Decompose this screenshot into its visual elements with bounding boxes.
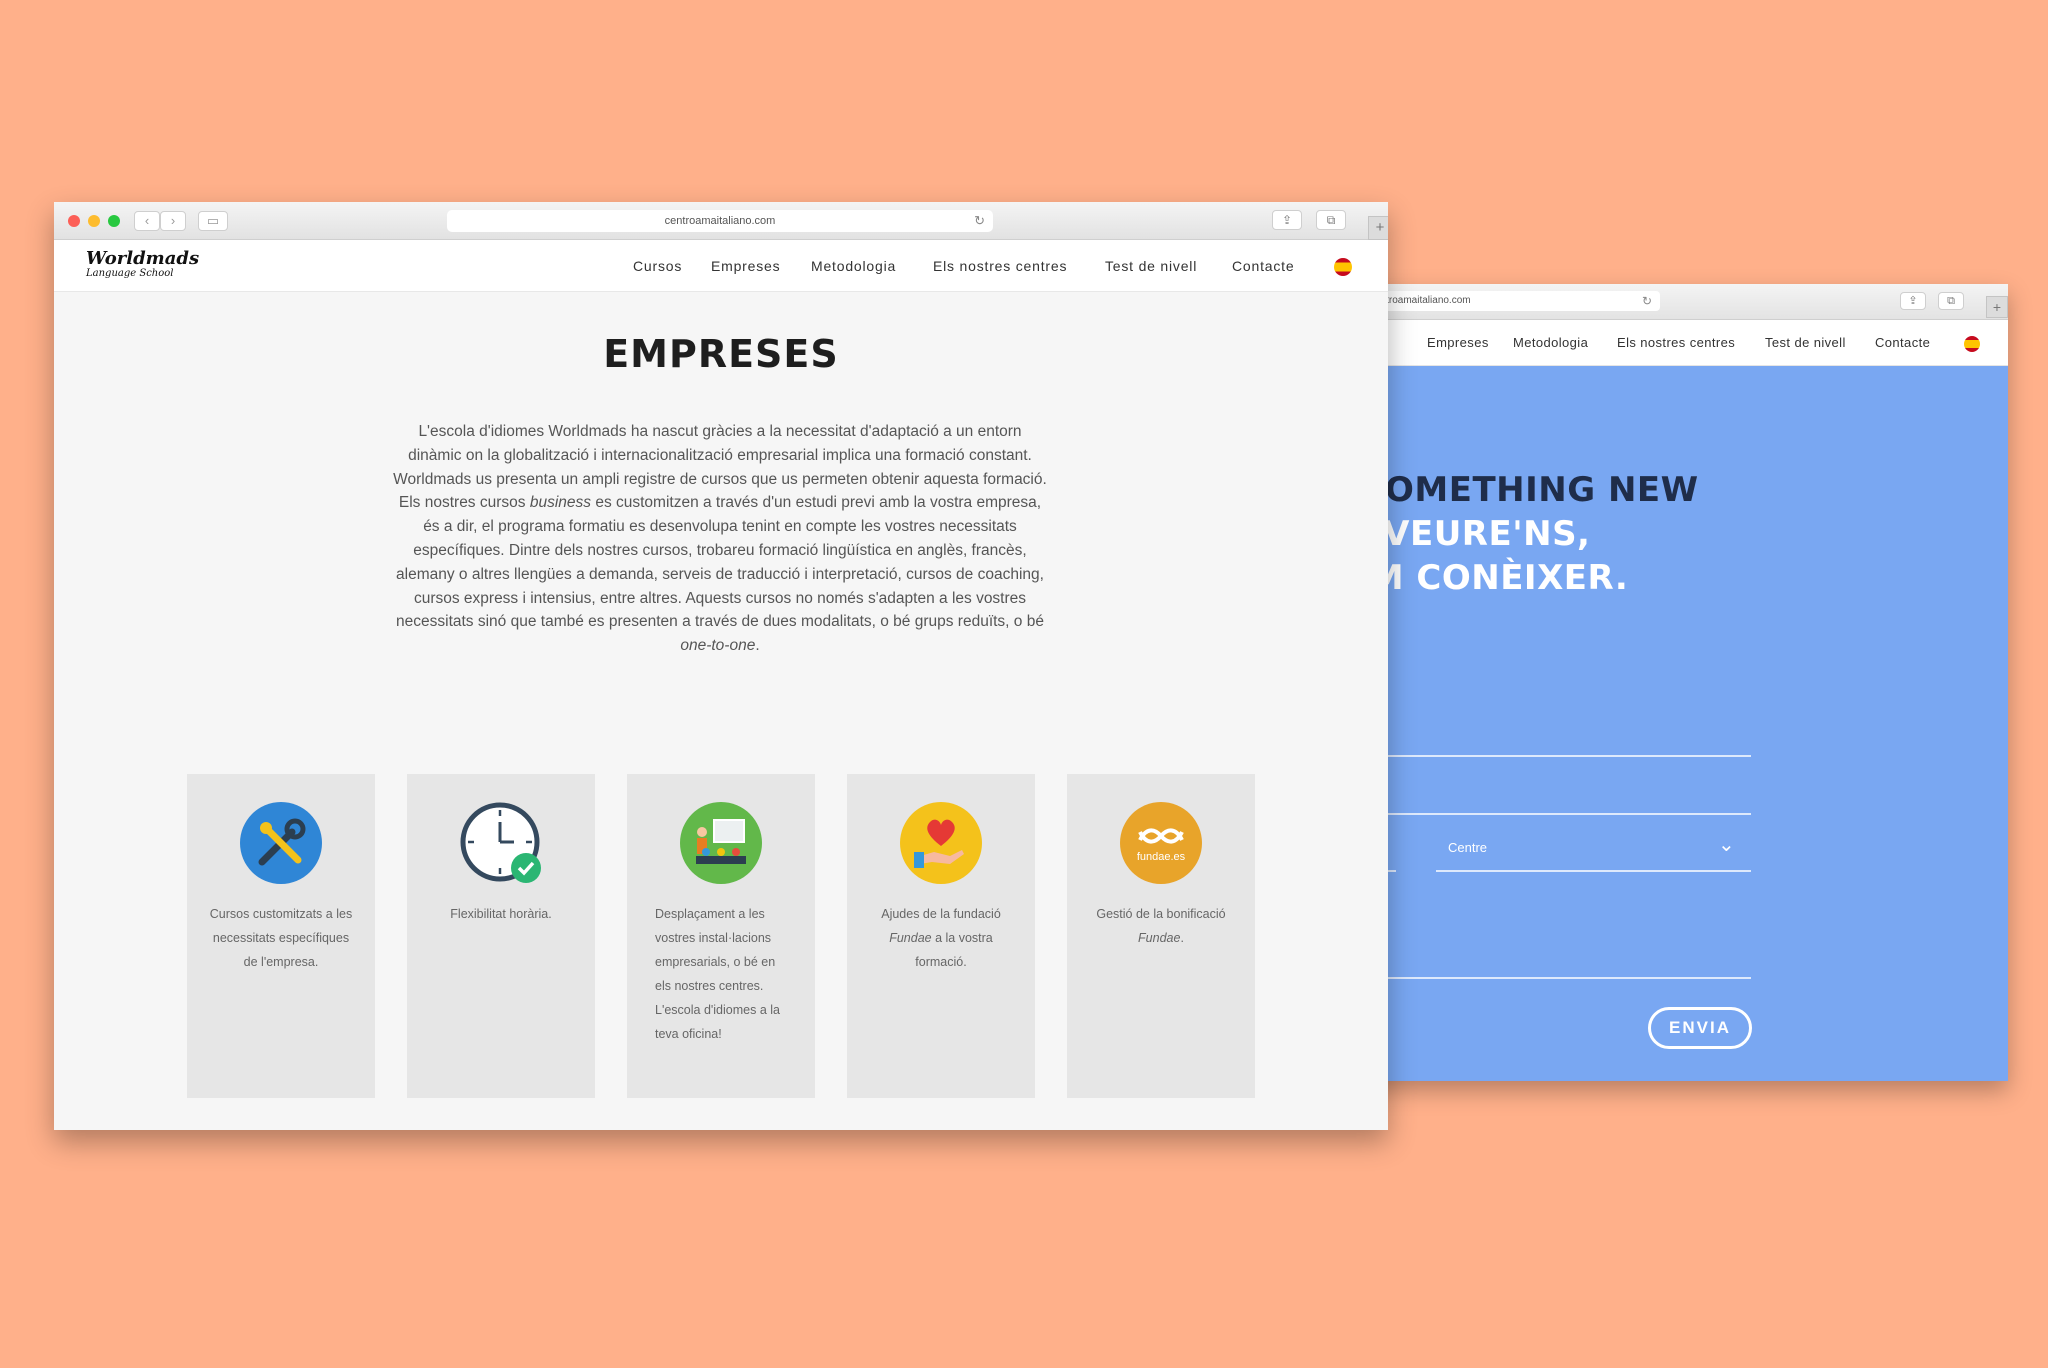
nav-item-centres[interactable]: Els nostres centres — [933, 258, 1067, 274]
new-tab-icon[interactable]: + — [1368, 216, 1388, 240]
maximize-window-icon[interactable] — [108, 215, 120, 227]
feature-text: Desplaçament a les vostres instal·lacion… — [655, 907, 780, 1041]
browser-toolbar: centroamaitaliano.com ↻ ⇪ ⧉ + — [1360, 284, 2008, 320]
site-navbar: os Empreses Metodologia Els nostres cent… — [1360, 320, 2008, 366]
front-browser-window: ‹ › ▭ centroamaitaliano.com ↻ ⇪ ⧉ + Worl… — [54, 202, 1388, 1130]
reload-icon[interactable]: ↻ — [974, 210, 985, 232]
spanish-flag-icon[interactable] — [1334, 258, 1352, 276]
sidebar-icon[interactable]: ▭ — [198, 211, 228, 231]
new-tab-icon[interactable]: + — [1986, 296, 2008, 318]
back-arrow-icon[interactable]: ‹ — [134, 211, 160, 231]
intro-text-3: . — [755, 637, 760, 655]
logo-wordmark: Worldmads — [86, 248, 200, 269]
nav-item-cursos[interactable]: Cursos — [633, 258, 682, 274]
tabs-icon[interactable]: ⧉ — [1938, 292, 1964, 310]
feature-text: Flexibilitat horària. — [450, 907, 552, 921]
address-text: centroamaitaliano.com — [664, 215, 776, 227]
classroom-icon — [680, 802, 762, 884]
heart-hand-icon — [900, 802, 982, 884]
form-field-email[interactable] — [1360, 813, 1751, 815]
feature-card-fundae-aid: Ajudes de la fundació Fundae a la vostra… — [847, 774, 1035, 1098]
feature-card-travel: Desplaçament a les vostres instal·lacion… — [627, 774, 815, 1098]
browser-toolbar: ‹ › ▭ centroamaitaliano.com ↻ ⇪ ⧉ + — [54, 202, 1388, 240]
feature-text-pre: Gestió de la bonificació — [1096, 907, 1226, 921]
nav-item-empreses[interactable]: Empreses — [711, 258, 780, 274]
page-title: EMPRESES — [603, 332, 839, 376]
tabs-icon[interactable]: ⧉ — [1316, 210, 1346, 230]
nav-item-centres[interactable]: Els nostres centres — [1617, 335, 1735, 350]
logo-tagline: Language School — [86, 268, 174, 279]
fundae-logo-text: fundae.es — [1137, 851, 1186, 863]
address-bar[interactable]: centroamaitaliano.com ↻ — [447, 210, 993, 232]
share-icon[interactable]: ⇪ — [1272, 210, 1302, 230]
site-navbar: Worldmads Language School Cursos Emprese… — [54, 240, 1388, 292]
nav-item-metodologia[interactable]: Metodologia — [811, 258, 896, 274]
hero-headline-3: EM CONÈIXER. — [1360, 558, 1629, 598]
features-grid: Cursos customitzats a les necessitats es… — [187, 774, 1257, 1098]
address-bar[interactable]: centroamaitaliano.com ↻ — [1360, 291, 1660, 311]
chevron-down-icon[interactable]: ⌄ — [1718, 832, 1735, 857]
feature-text: Ajudes de la fundació Fundae a la vostra… — [869, 902, 1013, 974]
intro-emphasis-business: business — [529, 494, 592, 512]
form-field-name[interactable] — [1360, 755, 1751, 757]
minimize-window-icon[interactable] — [88, 215, 100, 227]
hero-headline-2: A VEURE'NS, — [1360, 514, 1591, 554]
forward-arrow-icon[interactable]: › — [160, 211, 186, 231]
nav-item-test[interactable]: Test de nivell — [1765, 335, 1846, 350]
form-field-message[interactable] — [1360, 977, 1751, 979]
hero-headline-1: SOMETHING NEW — [1360, 470, 1699, 510]
feature-text-pre: Ajudes de la fundació — [881, 907, 1001, 921]
tools-icon — [240, 802, 322, 884]
back-browser-window: centroamaitaliano.com ↻ ⇪ ⧉ + os Emprese… — [1360, 284, 2008, 1081]
nav-item-test[interactable]: Test de nivell — [1105, 258, 1197, 274]
intro-emphasis-one-to-one: one-to-one — [680, 637, 756, 655]
close-window-icon[interactable] — [68, 215, 80, 227]
nav-item-contacte[interactable]: Contacte — [1232, 258, 1294, 274]
centre-select[interactable]: Centre — [1448, 840, 1487, 855]
feature-text-fundae: Fundae — [1138, 931, 1181, 945]
reload-icon[interactable]: ↻ — [1642, 291, 1652, 311]
nav-item-empreses[interactable]: Empreses — [1427, 335, 1489, 350]
worldmads-logo[interactable]: Worldmads Language School — [86, 250, 199, 280]
submit-button[interactable]: ENVIA — [1648, 1007, 1752, 1049]
nav-item-metodologia[interactable]: Metodologia — [1513, 335, 1588, 350]
feature-card-fundae-bonus: fundae.es Gestió de la bonificació Funda… — [1067, 774, 1255, 1098]
spanish-flag-icon[interactable] — [1964, 336, 1980, 352]
intro-text-2: es customitzen a través d'un estudi prev… — [396, 494, 1044, 631]
share-icon[interactable]: ⇪ — [1900, 292, 1926, 310]
intro-paragraph: L'escola d'idiomes Worldmads ha nascut g… — [390, 420, 1050, 658]
centre-select-underline — [1436, 870, 1751, 872]
feature-card-custom-courses: Cursos customitzats a les necessitats es… — [187, 774, 375, 1098]
feature-card-flexibility: Flexibilitat horària. — [407, 774, 595, 1098]
clock-check-icon — [460, 802, 541, 883]
feature-text: Cursos customitzats a les necessitats es… — [209, 907, 353, 969]
nav-item-contacte[interactable]: Contacte — [1875, 335, 1930, 350]
fundae-logo-icon: fundae.es — [1120, 802, 1202, 884]
feature-text-post: . — [1180, 931, 1184, 945]
feature-text: Gestió de la bonificació Fundae. — [1089, 902, 1233, 950]
feature-text-fundae: Fundae — [889, 931, 932, 945]
